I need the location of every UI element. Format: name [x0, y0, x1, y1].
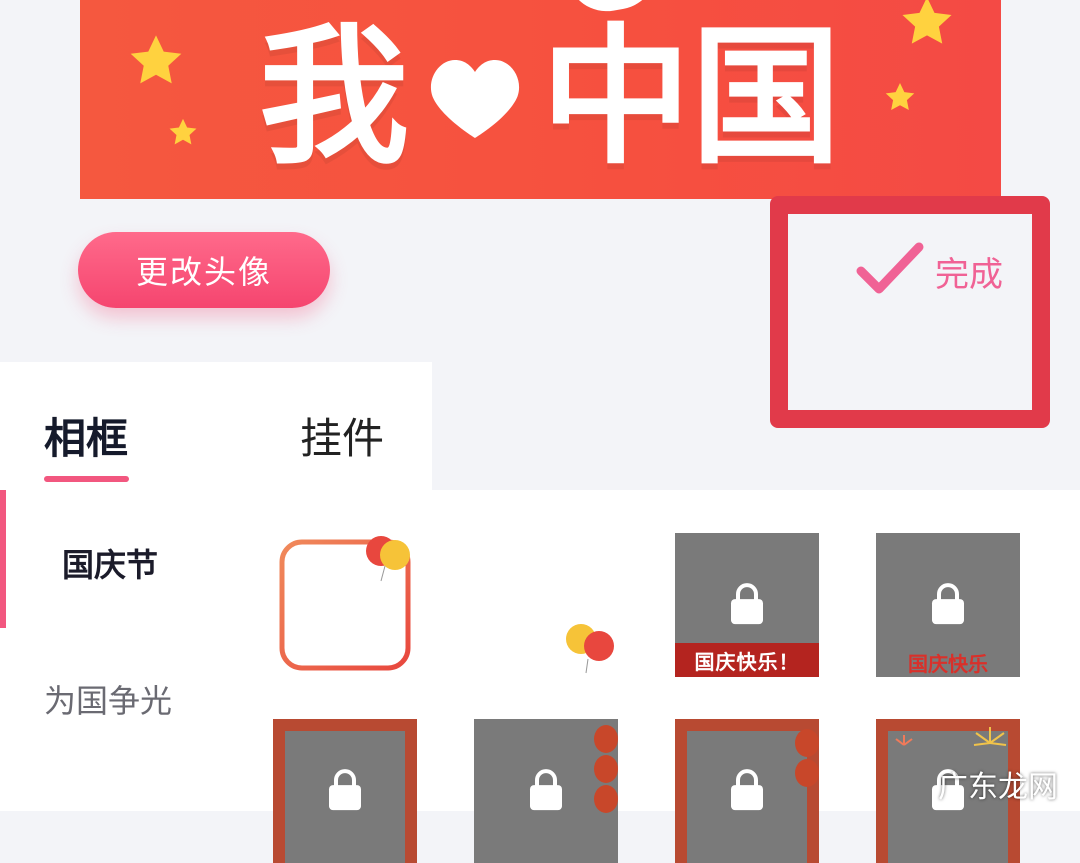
tab-pendants[interactable]: 挂件: [300, 405, 384, 466]
frame-tile-national-day-1[interactable]: 国庆快乐！: [675, 533, 819, 677]
frame-tile-national-day-2[interactable]: 国庆快乐: [876, 533, 1020, 677]
banner-word-left: 我: [258, 11, 409, 185]
star-icon: [885, 83, 915, 110]
banner-title: 我 中国: [235, 8, 865, 188]
change-avatar-button[interactable]: 更改头像: [78, 232, 330, 308]
balloon-frame-icon: [279, 536, 411, 671]
frame-tile-red-border[interactable]: [273, 719, 417, 863]
balloon-sticker-icon: [566, 624, 614, 674]
lock-icon: [731, 583, 763, 625]
lantern-icon: [795, 759, 819, 787]
frame-tile-lantern-1[interactable]: [474, 719, 618, 863]
lock-icon: [329, 769, 361, 811]
banner-word-right: 中国: [541, 11, 842, 185]
sidebar-active-indicator: [0, 490, 6, 628]
frame-tile-balloon-sticker[interactable]: [474, 533, 618, 677]
lantern-icon: [594, 725, 618, 753]
done-highlight-box: [770, 196, 1050, 428]
sidebar-item-win-glory[interactable]: 为国争光: [44, 676, 172, 722]
check-icon: [856, 242, 924, 294]
frame-tile-balloon[interactable]: [273, 533, 417, 677]
tile-ribbon-text: 国庆快乐: [876, 647, 1020, 677]
tab-frames[interactable]: 相框: [44, 405, 128, 466]
tile-ribbon-text: 国庆快乐！: [675, 643, 819, 677]
lantern-icon: [594, 755, 618, 783]
lock-icon: [731, 769, 763, 811]
star-icon: [130, 35, 182, 84]
sidebar-item-national-day[interactable]: 国庆节: [62, 540, 158, 586]
tab-active-underline: [44, 476, 129, 482]
banner: 我 中国: [80, 0, 1001, 199]
heart-icon: [430, 60, 520, 138]
star-icon: [902, 0, 952, 44]
lantern-icon: [795, 729, 819, 757]
lantern-icon: [594, 785, 618, 813]
lock-icon: [530, 769, 562, 811]
watermark: 广东龙网: [938, 770, 1058, 805]
done-button[interactable]: 完成: [855, 240, 1015, 302]
done-label: 完成: [935, 254, 1003, 295]
star-icon: [169, 118, 197, 145]
lock-icon: [932, 583, 964, 625]
frame-tile-lantern-2[interactable]: [675, 719, 819, 863]
